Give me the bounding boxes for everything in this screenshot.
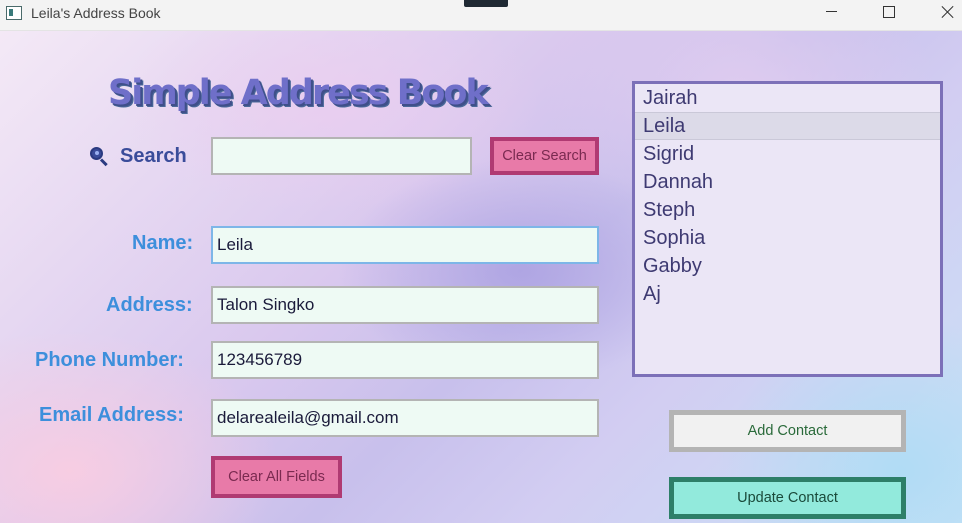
address-label: Address: <box>106 294 193 316</box>
list-item[interactable]: Gabby <box>635 252 940 280</box>
list-item-selected[interactable]: Leila <box>635 112 940 140</box>
minimize-icon <box>825 10 837 12</box>
magnifier-icon <box>90 146 110 167</box>
maximize-icon <box>883 6 895 18</box>
list-item[interactable]: Sophia <box>635 224 940 252</box>
close-button[interactable] <box>925 0 962 30</box>
add-contact-button[interactable]: Add Contact <box>669 410 906 452</box>
search-input[interactable] <box>211 137 472 175</box>
phone-label: Phone Number: <box>35 349 184 371</box>
address-input[interactable] <box>211 286 599 324</box>
close-icon <box>941 5 955 19</box>
app-icon <box>6 6 22 20</box>
search-label: Search <box>90 145 187 168</box>
name-input[interactable] <box>211 226 599 264</box>
name-label: Name: <box>132 232 194 254</box>
search-label-text: Search <box>120 145 187 167</box>
window-title: Leila's Address Book <box>31 5 161 21</box>
maximize-button[interactable] <box>866 0 912 30</box>
app-heading: Simple Address Book <box>108 73 489 113</box>
clear-search-button[interactable]: Clear Search <box>490 137 599 175</box>
update-contact-button[interactable]: Update Contact <box>669 477 906 519</box>
email-label: Email Address: <box>39 404 184 426</box>
minimize-button[interactable] <box>808 0 854 30</box>
clear-all-fields-button[interactable]: Clear All Fields <box>211 456 342 498</box>
app-window-body: Simple Address Book Search Clear Search … <box>0 31 962 523</box>
phone-input[interactable] <box>211 341 599 379</box>
email-input[interactable] <box>211 399 599 437</box>
list-item[interactable]: Steph <box>635 196 940 224</box>
list-item[interactable]: Aj <box>635 280 940 308</box>
list-item[interactable]: Jairah <box>635 84 940 112</box>
list-item[interactable]: Sigrid <box>635 140 940 168</box>
title-bar: Leila's Address Book <box>0 0 962 31</box>
contacts-list[interactable]: Jairah Leila Sigrid Dannah Steph Sophia … <box>632 81 943 377</box>
snap-handle <box>464 0 508 7</box>
list-item[interactable]: Dannah <box>635 168 940 196</box>
